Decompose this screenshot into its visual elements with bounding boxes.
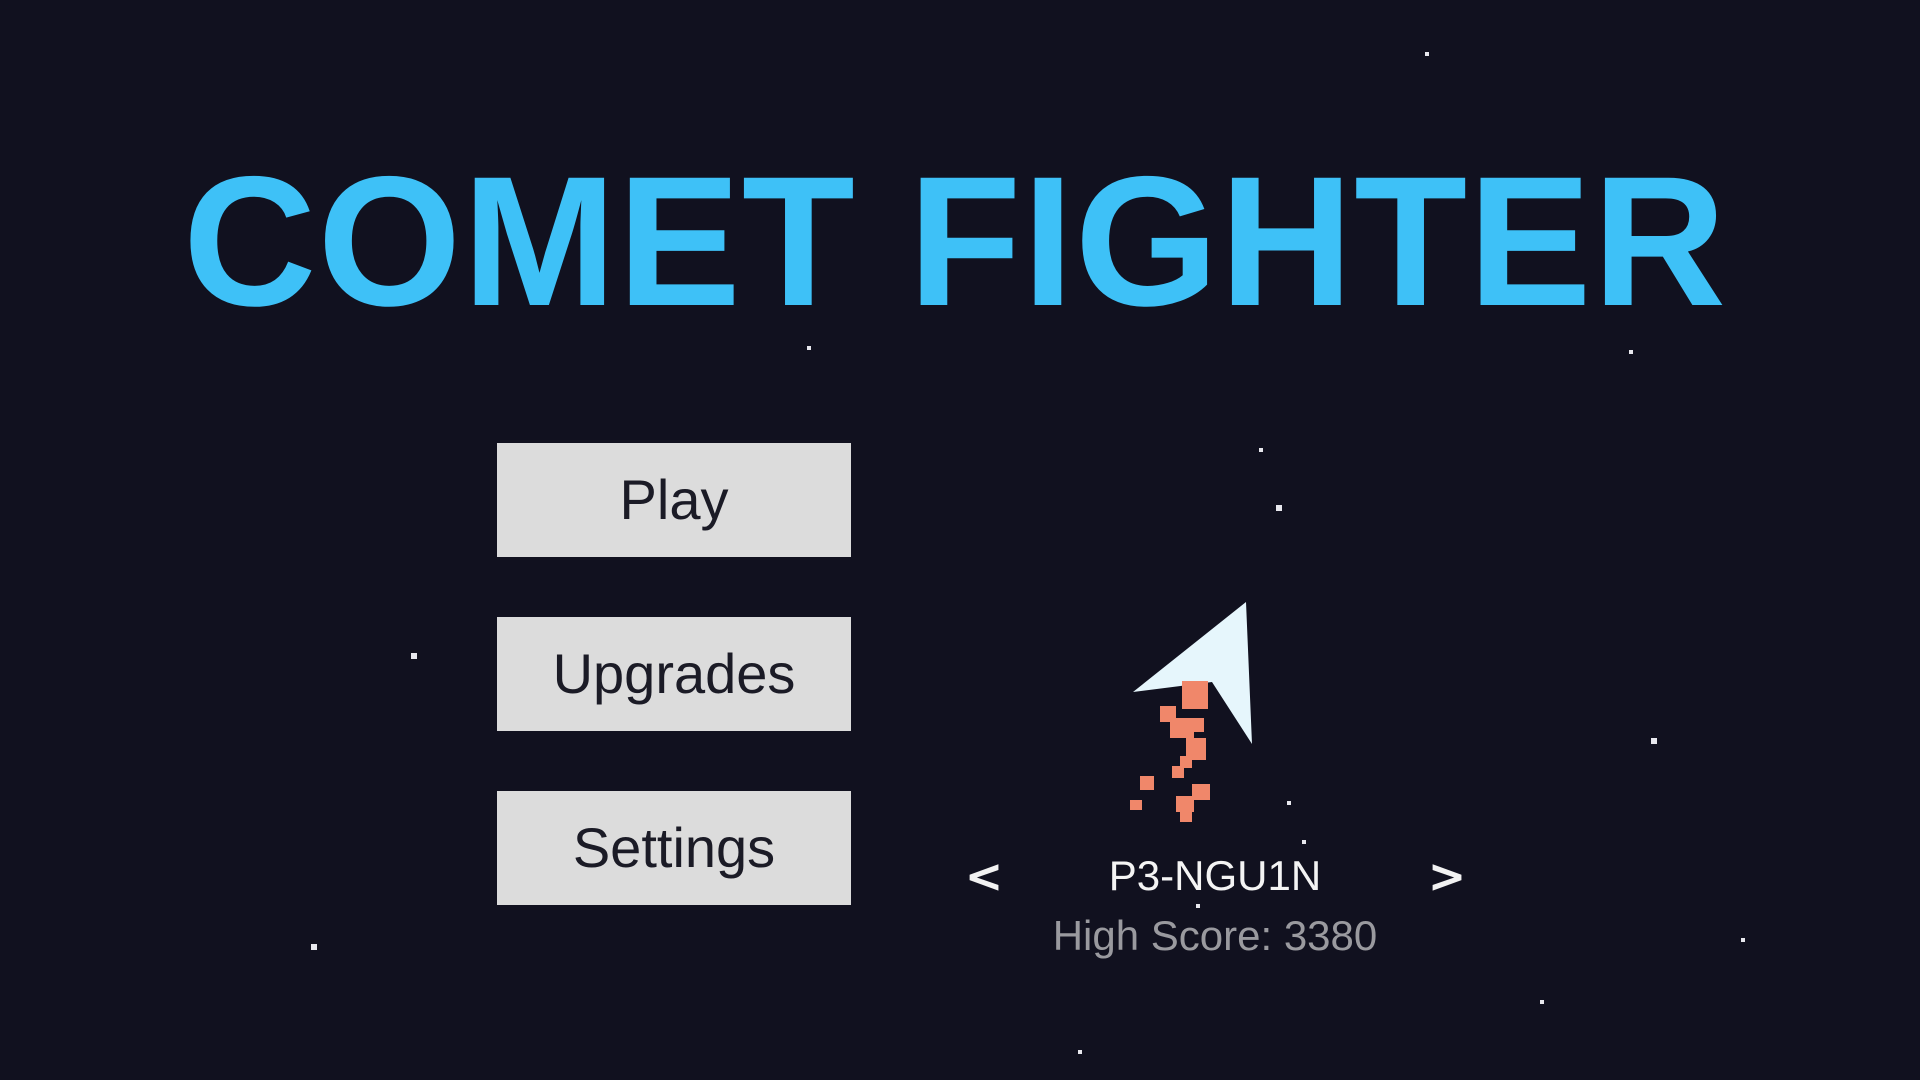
star <box>1651 738 1657 744</box>
game-title: COMET FIGHTER <box>182 139 1728 345</box>
star <box>1425 52 1429 56</box>
play-button[interactable]: Play <box>497 443 851 557</box>
next-ship-arrow[interactable]: > <box>1422 848 1472 904</box>
star <box>1741 938 1745 942</box>
ship-name: P3-NGU1N <box>1108 852 1322 899</box>
ship-preview-icon <box>1130 602 1252 822</box>
star <box>1276 505 1282 511</box>
settings-button[interactable]: Settings <box>497 791 851 905</box>
star <box>411 653 417 659</box>
star <box>1629 350 1633 354</box>
star <box>1196 904 1200 908</box>
star <box>807 346 811 350</box>
star <box>1302 840 1306 844</box>
star <box>1287 801 1291 805</box>
star <box>1540 1000 1544 1004</box>
main-menu-screen: COMET FIGHTER Play Upgrades Settings < P… <box>0 0 1920 1080</box>
thruster-particles <box>1130 681 1210 822</box>
star <box>1259 448 1263 452</box>
upgrades-button[interactable]: Upgrades <box>497 617 851 731</box>
previous-ship-arrow[interactable]: < <box>959 848 1009 904</box>
star <box>311 944 317 950</box>
high-score-label: High Score: 3380 <box>1052 912 1378 959</box>
star <box>1078 1050 1082 1054</box>
